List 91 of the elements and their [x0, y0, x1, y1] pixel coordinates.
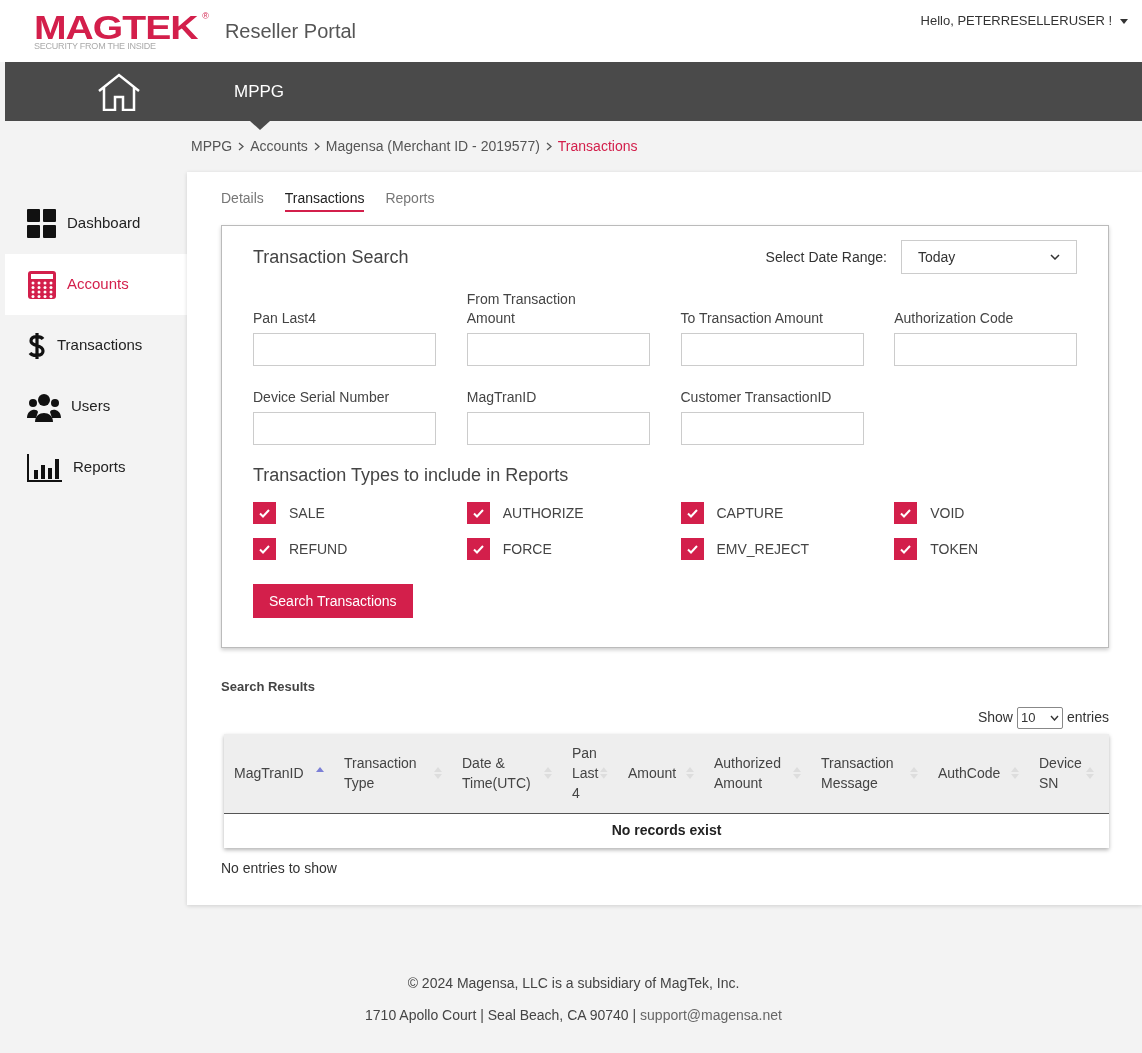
grid-icon — [27, 208, 57, 239]
column-header[interactable]: Date & Time(UTC) — [452, 733, 562, 813]
column-header[interactable]: Device SN — [1029, 733, 1104, 813]
empty-table-message: No records exist — [610, 821, 723, 840]
column-header[interactable]: AuthCode — [928, 733, 1029, 813]
checkbox[interactable] — [253, 538, 276, 560]
input-field[interactable] — [253, 333, 436, 366]
check-icon — [900, 508, 912, 518]
users-icon — [27, 391, 61, 422]
checkbox[interactable] — [894, 538, 918, 560]
section-title: Transaction Types to include in Reports — [253, 464, 570, 487]
field-label: To Transaction Amount — [680, 309, 824, 328]
field-label: Customer TransactionID — [680, 388, 833, 407]
checkbox-label: AUTHORIZE — [502, 503, 584, 523]
chevron-down-icon — [1049, 714, 1059, 721]
copyright-text: © 2024 Magensa, LLC is a subsidiary of MagTek, Inc. — [407, 974, 740, 993]
logo-wordmark: MAGTEK — [34, 11, 198, 42]
chevron-down-icon — [1050, 254, 1060, 260]
tab[interactable]: Reports — [385, 188, 435, 212]
column-header[interactable]: Amount — [618, 733, 704, 813]
check-icon — [259, 508, 270, 518]
sidebar-item[interactable]: Users — [5, 376, 187, 437]
checkbox[interactable] — [253, 502, 276, 524]
check-icon — [900, 544, 912, 554]
date-range-select[interactable]: Today — [901, 240, 1077, 274]
chevron-right-icon — [313, 142, 320, 151]
check-icon — [472, 544, 484, 554]
registered-mark: ® — [202, 11, 209, 21]
checkbox[interactable] — [894, 502, 918, 524]
checkbox[interactable] — [680, 538, 704, 560]
input-field[interactable] — [680, 333, 864, 366]
checkbox-label: FORCE — [502, 539, 552, 559]
checkbox-label: VOID — [930, 503, 965, 523]
tab[interactable]: Transactions — [284, 188, 365, 212]
nav-tab[interactable]: MPPG — [234, 78, 285, 105]
address-text: 1710 Apollo Court | Seal Beach, CA 90740 | — [365, 1006, 638, 1025]
checkbox-label: SALE — [289, 503, 325, 523]
chevron-right-icon — [238, 142, 245, 151]
column-header[interactable]: Transaction Message — [811, 733, 928, 813]
show-label: Show — [977, 708, 1013, 727]
column-header[interactable]: MagTranID — [224, 733, 334, 813]
input-field[interactable] — [466, 412, 650, 445]
sidebar-item[interactable]: Transactions — [5, 315, 187, 376]
check-icon — [472, 508, 484, 518]
search-transactions-button[interactable]: Search Transactions — [253, 584, 413, 618]
field-label: Authorization Code — [894, 309, 1015, 328]
user-menu[interactable]: Hello, PETERRESELLERUSER ! — [920, 11, 1128, 31]
date-range-label: Select Date Range: — [765, 247, 887, 267]
logo-tagline: SECURITY FROM THE INSIDE — [34, 41, 157, 51]
column-header[interactable]: Pan Last 4 — [562, 733, 618, 813]
field-label: Device Serial Number — [253, 388, 391, 407]
column-header[interactable]: Transaction Type — [334, 733, 452, 813]
entries-label: entries — [1066, 708, 1109, 727]
calculator-icon — [27, 269, 57, 300]
dollar-icon — [27, 330, 47, 361]
breadcrumb-link[interactable]: MPPG — [191, 136, 233, 157]
page-size-select[interactable]: 10 — [1016, 706, 1063, 729]
breadcrumb-link[interactable]: Accounts — [250, 136, 308, 157]
checkbox[interactable] — [680, 502, 704, 524]
check-icon — [259, 544, 270, 554]
support-email-link[interactable]: support@magensa.net — [640, 1005, 782, 1026]
sidebar-item[interactable]: Accounts — [5, 254, 187, 315]
checkbox[interactable] — [466, 538, 490, 560]
field-label: Pan Last4 — [253, 309, 318, 328]
portal-title: Reseller Portal — [224, 19, 357, 44]
input-field[interactable] — [253, 412, 436, 445]
home-icon[interactable] — [97, 72, 141, 111]
field-label: From Transaction Amount — [466, 290, 577, 328]
table-info: No entries to show — [221, 858, 338, 878]
check-icon — [686, 544, 698, 554]
panel-title: Transaction Search — [253, 245, 409, 269]
chevron-right-icon — [545, 142, 552, 151]
input-field[interactable] — [680, 412, 864, 445]
check-icon — [686, 508, 698, 518]
breadcrumb-link[interactable]: Magensa (Merchant ID - 2019577) — [325, 136, 540, 157]
input-field[interactable] — [466, 333, 650, 366]
checkbox[interactable] — [466, 502, 490, 524]
bar-chart-icon — [27, 452, 63, 483]
checkbox-label: TOKEN — [930, 539, 979, 559]
checkbox-label: REFUND — [289, 539, 348, 559]
sidebar-item[interactable]: Dashboard — [5, 193, 187, 254]
tab[interactable]: Details — [221, 188, 264, 212]
field-label: MagTranID — [466, 388, 538, 407]
input-field[interactable] — [894, 333, 1078, 366]
column-header[interactable]: Authorized Amount — [704, 733, 811, 813]
results-title: Search Results — [221, 678, 316, 696]
caret-icon — [1120, 18, 1128, 24]
checkbox-label: CAPTURE — [716, 503, 784, 523]
breadcrumb-link[interactable]: Transactions — [557, 136, 638, 157]
checkbox-label: EMV_REJECT — [716, 539, 810, 559]
sidebar-item[interactable]: Reports — [5, 437, 187, 498]
